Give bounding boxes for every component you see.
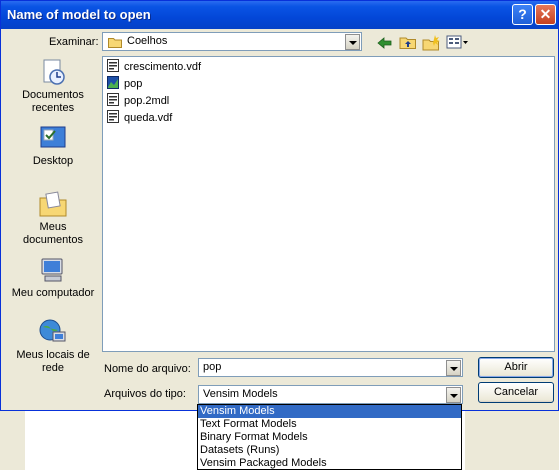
filetype-option[interactable]: Binary Format Models [198,431,461,444]
place-label: Documentos recentes [22,89,84,114]
background-strip-left [0,411,25,470]
close-icon: ✕ [539,6,552,22]
recent-documents-icon [43,59,65,85]
views-menu-icon[interactable] [446,35,470,49]
filename-input[interactable]: pop [198,358,463,377]
filetype-label: Arquivos do tipo: [104,388,186,400]
file-name: crescimento.vdf [124,61,202,73]
filetype-option[interactable]: Vensim Models [198,405,461,418]
look-in-combo[interactable]: Coelhos [102,32,362,51]
filetype-option[interactable]: Datasets (Runs) [198,444,461,457]
help-button[interactable]: ? [512,4,533,25]
filetype-option[interactable]: Text Format Models [198,418,461,431]
mdl-file-icon [107,93,119,106]
file-name: queda.vdf [124,112,173,124]
filetype-dropdown-button[interactable] [446,387,461,403]
place-label: Meus locais de rede [16,349,90,374]
my-documents-icon [39,191,67,217]
question-icon: ? [518,6,527,22]
place-label: Meus documentos [23,221,83,246]
new-folder-icon[interactable] [422,34,441,51]
place-network[interactable]: Meus locais de rede [9,317,97,375]
vdf-file-icon [107,59,119,72]
place-my-computer[interactable]: Meu computador [9,255,97,300]
filetype-select[interactable]: Vensim Models [198,385,463,404]
filetype-dropdown-list: Vensim Models Text Format Models Binary … [197,404,462,470]
file-item[interactable]: pop.2mdl [107,93,171,109]
vdf-file-icon [107,110,119,123]
file-item[interactable]: pop [107,76,144,92]
file-list[interactable]: crescimento.vdf pop pop.2mdl queda.vdf [102,56,555,352]
filetype-value: Vensim Models [203,388,278,400]
place-label: Desktop [32,155,74,167]
filename-value: pop [203,361,222,373]
folder-icon [108,38,122,48]
look-in-dropdown-button[interactable] [345,34,360,50]
place-label: Meu computador [11,287,95,299]
back-icon[interactable] [377,36,393,50]
filetype-option[interactable]: Vensim Packaged Models [198,457,461,470]
model-file-icon [107,76,119,89]
dialog-title: Name of model to open [7,7,151,22]
place-recent-documents[interactable]: Documentos recentes [9,57,97,115]
network-places-icon [39,319,66,342]
background-strip-right [465,411,559,470]
file-name: pop.2mdl [124,95,170,107]
file-name: pop [124,78,143,90]
file-item[interactable]: queda.vdf [107,110,174,126]
open-button[interactable]: Abrir [478,357,554,378]
cancel-button[interactable]: Cancelar [478,382,554,403]
open-dialog: Name of model to open ? ✕ Examinar: Coel… [0,0,559,411]
place-desktop[interactable]: Desktop [9,123,97,168]
title-bar[interactable]: Name of model to open ? ✕ [1,1,558,29]
look-in-label: Examinar: [49,36,99,48]
place-my-documents[interactable]: Meus documentos [9,189,97,247]
filename-dropdown-button[interactable] [446,360,461,376]
look-in-value: Coelhos [127,35,168,47]
close-button[interactable]: ✕ [535,4,556,25]
places-bar: Documentos recentes Desktop Meus documen… [9,51,97,381]
desktop-icon [40,126,66,148]
my-computer-icon [41,258,63,282]
up-folder-icon[interactable] [399,34,417,50]
file-item[interactable]: crescimento.vdf [107,59,203,75]
filename-label: Nome do arquivo: [104,363,191,375]
